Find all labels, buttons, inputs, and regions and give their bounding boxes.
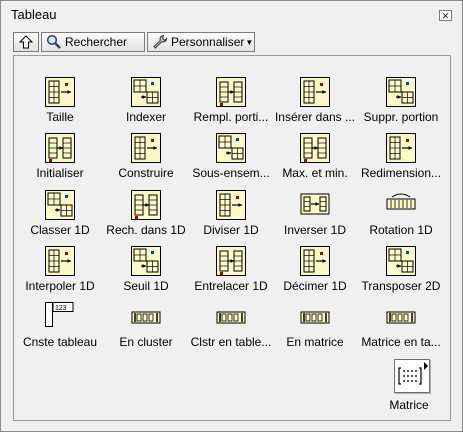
transpose-2d-icon	[386, 246, 416, 276]
palette-item-label: Indexer	[125, 110, 167, 124]
close-button[interactable]: ✕	[439, 10, 452, 21]
palette-item-label: Redimension...	[360, 166, 442, 180]
palette-item-label: Rech. dans 1D	[106, 223, 186, 237]
index-array-icon	[131, 77, 161, 107]
palette-item-index-array[interactable]: Indexer	[103, 77, 189, 129]
customize-button[interactable]: Personnaliser ▼	[147, 32, 255, 52]
sort-1d-icon	[45, 190, 75, 220]
title-bar: Tableau ✕	[1, 1, 462, 27]
up-arrow-icon	[19, 35, 33, 49]
array-to-matrix-icon	[300, 311, 330, 324]
search-1d-icon	[131, 190, 161, 220]
initialize-array-icon	[45, 133, 75, 163]
palette-item-threshold-1d[interactable]: Seuil 1D	[103, 246, 189, 298]
build-array-icon	[131, 133, 161, 163]
palette-item-label: Initialiser	[36, 166, 84, 180]
delete-from-array-icon	[386, 77, 416, 107]
search-icon	[46, 34, 61, 49]
palette-item-label: Insérer dans ...	[274, 110, 356, 124]
interpolate-1d-icon	[45, 246, 75, 276]
palette-item-search-1d[interactable]: Rech. dans 1D	[103, 190, 189, 242]
subpalette-label: Matrice	[389, 398, 429, 412]
palette-item-rotate-1d[interactable]: Rotation 1D	[358, 190, 444, 242]
palette-item-label: Classer 1D	[30, 223, 90, 237]
palette-item-array-subset[interactable]: Sous-ensem...	[188, 133, 274, 185]
threshold-1d-icon	[131, 246, 161, 276]
palette-item-label: Taille	[46, 110, 74, 124]
interleave-1d-icon	[216, 246, 246, 276]
replace-subset-icon	[216, 77, 246, 107]
array-constant-icon: 123	[45, 302, 74, 327]
palette-item-interpolate-1d[interactable]: Interpoler 1D	[17, 246, 103, 298]
palette-item-label: Seuil 1D	[123, 279, 169, 293]
palette-item-label: Entrelacer 1D	[194, 279, 268, 293]
palette-item-split-1d[interactable]: Diviser 1D	[188, 190, 274, 242]
palette-item-label: Décimer 1D	[283, 279, 347, 293]
palette-item-decimate-1d[interactable]: Décimer 1D	[272, 246, 358, 298]
palette-item-matrix-to-array[interactable]: Matrice en ta...	[358, 302, 444, 354]
palette-item-initialize-array[interactable]: Initialiser	[17, 133, 103, 185]
reshape-array-icon	[386, 133, 416, 163]
matrix-icon	[394, 359, 430, 393]
palette-item-sort-1d[interactable]: Classer 1D	[17, 190, 103, 242]
array-size-icon	[45, 77, 75, 107]
palette-window: Tableau ✕ Rechercher Personnaliser ▼ Tai…	[0, 0, 463, 432]
palette-item-label: En cluster	[119, 335, 173, 349]
cluster-to-array-icon	[216, 311, 246, 324]
palette-item-label: Transposer 2D	[361, 279, 441, 293]
palette-item-insert-into-array[interactable]: Insérer dans ...	[272, 77, 358, 129]
chevron-down-icon: ▼	[245, 37, 254, 47]
search-button[interactable]: Rechercher	[41, 32, 145, 52]
palette-item-array-to-cluster[interactable]: En cluster	[103, 302, 189, 354]
insert-into-array-icon	[300, 77, 330, 107]
palette-item-array-size[interactable]: Taille	[17, 77, 103, 129]
palette-item-delete-from-array[interactable]: Suppr. portion	[358, 77, 444, 129]
array-subset-icon	[216, 133, 246, 163]
rotate-1d-icon	[386, 193, 416, 210]
palette-item-array-max-min[interactable]: Max. et min.	[272, 133, 358, 185]
palette-item-label: Suppr. portion	[363, 110, 439, 124]
search-button-label: Rechercher	[65, 35, 128, 49]
split-1d-icon	[216, 190, 246, 220]
palette-item-label: Matrice en ta...	[361, 335, 441, 349]
svg-text:123: 123	[55, 305, 67, 312]
palette-item-array-constant[interactable]: 123 Cnste tableau	[17, 302, 103, 354]
palette-item-interleave-1d[interactable]: Entrelacer 1D	[188, 246, 274, 298]
reverse-1d-icon	[300, 193, 330, 215]
palette-item-label: Rotation 1D	[369, 223, 433, 237]
palette-item-label: Inverser 1D	[283, 223, 347, 237]
decimate-1d-icon	[300, 246, 330, 276]
palette-item-reverse-1d[interactable]: Inverser 1D	[272, 190, 358, 242]
palette-item-cluster-to-array[interactable]: Clstr en table...	[188, 302, 274, 354]
palette-item-label: Max. et min.	[282, 166, 348, 180]
palette-item-label: Rempl. porti...	[193, 110, 269, 124]
matrix-to-array-icon	[386, 311, 416, 324]
wrench-icon	[153, 34, 168, 49]
customize-button-label: Personnaliser	[171, 35, 245, 49]
palette-item-label: Clstr en table...	[190, 335, 272, 349]
palette-item-array-to-matrix[interactable]: En matrice	[272, 302, 358, 354]
array-max-min-icon	[300, 133, 330, 163]
close-icon: ✕	[441, 11, 450, 21]
function-palette: Taille Indexer Rempl. porti... Insérer dans…	[13, 55, 451, 421]
palette-item-reshape-array[interactable]: Redimension...	[358, 133, 444, 185]
palette-item-label: Cnste tableau	[22, 335, 98, 349]
window-title: Tableau	[11, 7, 57, 22]
array-to-cluster-icon	[131, 311, 161, 324]
up-button[interactable]	[13, 32, 39, 52]
palette-item-label: Sous-ensem...	[192, 166, 270, 180]
palette-item-label: En matrice	[286, 335, 344, 349]
palette-item-label: Construire	[118, 166, 174, 180]
palette-item-label: Diviser 1D	[203, 223, 259, 237]
palette-item-build-array[interactable]: Construire	[103, 133, 189, 185]
palette-item-replace-subset[interactable]: Rempl. porti...	[188, 77, 274, 129]
palette-item-transpose-2d[interactable]: Transposer 2D	[358, 246, 444, 298]
subpalette-matrix[interactable]: Matrice	[383, 359, 435, 419]
palette-item-label: Interpoler 1D	[25, 279, 95, 293]
